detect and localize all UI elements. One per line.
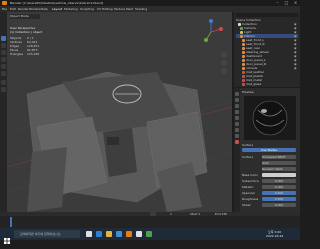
workspace-tab-modeling[interactable]: Modeling	[64, 7, 78, 11]
workspace-tab-uv-editing[interactable]: UV Editing	[97, 7, 113, 11]
task-view-icon[interactable]	[86, 231, 92, 237]
metallic-label: Metallic	[242, 185, 254, 189]
properties-tabs	[234, 88, 240, 212]
physics-tab-icon[interactable]	[235, 134, 239, 138]
roughness-label: Roughness	[242, 197, 259, 201]
select-tool-icon[interactable]	[1, 36, 6, 41]
outliner-row[interactable]: mat_glass	[236, 82, 298, 86]
subsurface-label: Subsurface	[242, 179, 259, 183]
material-preview	[244, 96, 296, 140]
surface-shader-dropdown[interactable]: Principled BSDF	[262, 155, 296, 159]
blender-logo-icon	[2, 1, 7, 5]
outliner-item-label: mat_glass	[246, 82, 262, 86]
sheen-label: Sheen	[242, 203, 252, 207]
store-icon[interactable]	[116, 231, 122, 237]
cursor-tool-icon[interactable]	[1, 43, 6, 48]
rotate-tool-icon[interactable]	[1, 57, 6, 62]
measure-tool-icon[interactable]	[1, 87, 6, 92]
end-frame[interactable]: End 250	[215, 212, 227, 216]
menu-file[interactable]: File	[2, 7, 7, 11]
3d-viewport[interactable]: Object Mode User Perspective (1) Collect…	[7, 12, 232, 212]
pan-icon[interactable]	[221, 60, 227, 66]
timeline-panel[interactable]: 1 Start 1 End 250	[0, 212, 300, 228]
blender-taskbar-icon[interactable]	[126, 231, 132, 237]
scale-tool-icon[interactable]	[1, 64, 6, 69]
app-icon[interactable]	[136, 231, 142, 237]
modifier-tab-icon[interactable]	[235, 128, 239, 132]
world-tab-icon[interactable]	[235, 116, 239, 120]
base-color-label: Base Color	[242, 173, 259, 177]
start-frame[interactable]: Start 1	[190, 212, 200, 216]
menu-window[interactable]: Window	[29, 7, 41, 11]
distribution-dropdown[interactable]: GGX	[262, 161, 296, 165]
navigation-gizmo-icon[interactable]	[197, 18, 225, 46]
toolbar	[0, 12, 7, 212]
transform-tool-icon[interactable]	[1, 71, 6, 76]
clock-date[interactable]: 2022-03-29	[266, 234, 283, 238]
playhead[interactable]	[10, 217, 12, 227]
taskbar: 검색하려면 여기에 입력하십시오. 오후 5:00 2022-03-29	[0, 228, 300, 244]
specular-field[interactable]: 0.500	[262, 191, 296, 195]
base-color-swatch[interactable]	[262, 173, 296, 177]
object-tab-icon[interactable]	[235, 122, 239, 126]
metallic-field[interactable]: 0.000	[262, 185, 296, 189]
subsurface-field[interactable]: 0.000	[262, 179, 296, 183]
tool-tab-icon[interactable]	[235, 92, 239, 96]
window-title: Blender [C:\Users\PC\Desktop\vehicle_int…	[10, 1, 104, 5]
zoom-icon[interactable]	[221, 52, 227, 58]
roughness-field[interactable]: 0.500	[262, 197, 296, 201]
menu-help[interactable]: Help	[41, 7, 48, 11]
annotate-tool-icon[interactable]	[1, 80, 6, 85]
workspace-tab-sculpting[interactable]: Sculpting	[80, 7, 94, 11]
workspace-tab-shading[interactable]: Shading	[135, 7, 147, 11]
workspace-tab-texture-paint[interactable]: Texture Paint	[114, 7, 133, 11]
specular-label: Specular	[242, 191, 256, 195]
camera-view-icon[interactable]	[221, 68, 227, 74]
viewport-collection-label: (1) Collection | object	[10, 30, 43, 34]
menu-edit[interactable]: Edit	[10, 7, 16, 11]
outliner-search-input[interactable]	[236, 13, 298, 17]
stat-triangles-value: 125,946	[27, 52, 40, 56]
edge-browser-icon[interactable]	[96, 231, 102, 237]
scene-tab-icon[interactable]	[235, 110, 239, 114]
material-icon	[242, 82, 245, 86]
outliner-panel: Scene Collection Collection ◉ Camera ◉ Lig…	[234, 12, 300, 87]
use-nodes-button[interactable]: Use Nodes	[242, 148, 296, 152]
current-frame[interactable]: 1	[170, 212, 172, 216]
play-button[interactable]	[150, 212, 156, 216]
surface-label: Surface	[242, 155, 254, 159]
taskbar-search-input[interactable]: 검색하려면 여기에 입력하십시오.	[14, 230, 80, 238]
surface-section-header[interactable]: Surface	[242, 143, 253, 147]
menu-render[interactable]: Render	[18, 7, 29, 11]
mode-selector[interactable]: Object Mode	[10, 14, 40, 19]
output-tab-icon[interactable]	[235, 104, 239, 108]
workspace-tab-layout[interactable]: Layout	[52, 7, 62, 11]
subsurface-method-dropdown[interactable]: Random Walk	[262, 167, 296, 171]
material-tab-icon[interactable]	[235, 140, 239, 144]
windows-start-icon[interactable]	[3, 230, 11, 244]
file-explorer-icon[interactable]	[106, 231, 112, 237]
stat-triangles-label: Triangles	[10, 52, 24, 56]
sheen-field[interactable]: 0.000	[262, 203, 296, 207]
render-tab-icon[interactable]	[235, 98, 239, 102]
taskbar-search-placeholder: 검색하려면 여기에 입력하십시오.	[20, 232, 62, 236]
preview-section-header[interactable]: Preview	[242, 90, 254, 94]
app-icon[interactable]	[146, 231, 152, 237]
statistics-overlay: Objects 0 / 1 Vertices 64,021 Edges 126,…	[10, 36, 50, 58]
move-tool-icon[interactable]	[1, 50, 6, 55]
